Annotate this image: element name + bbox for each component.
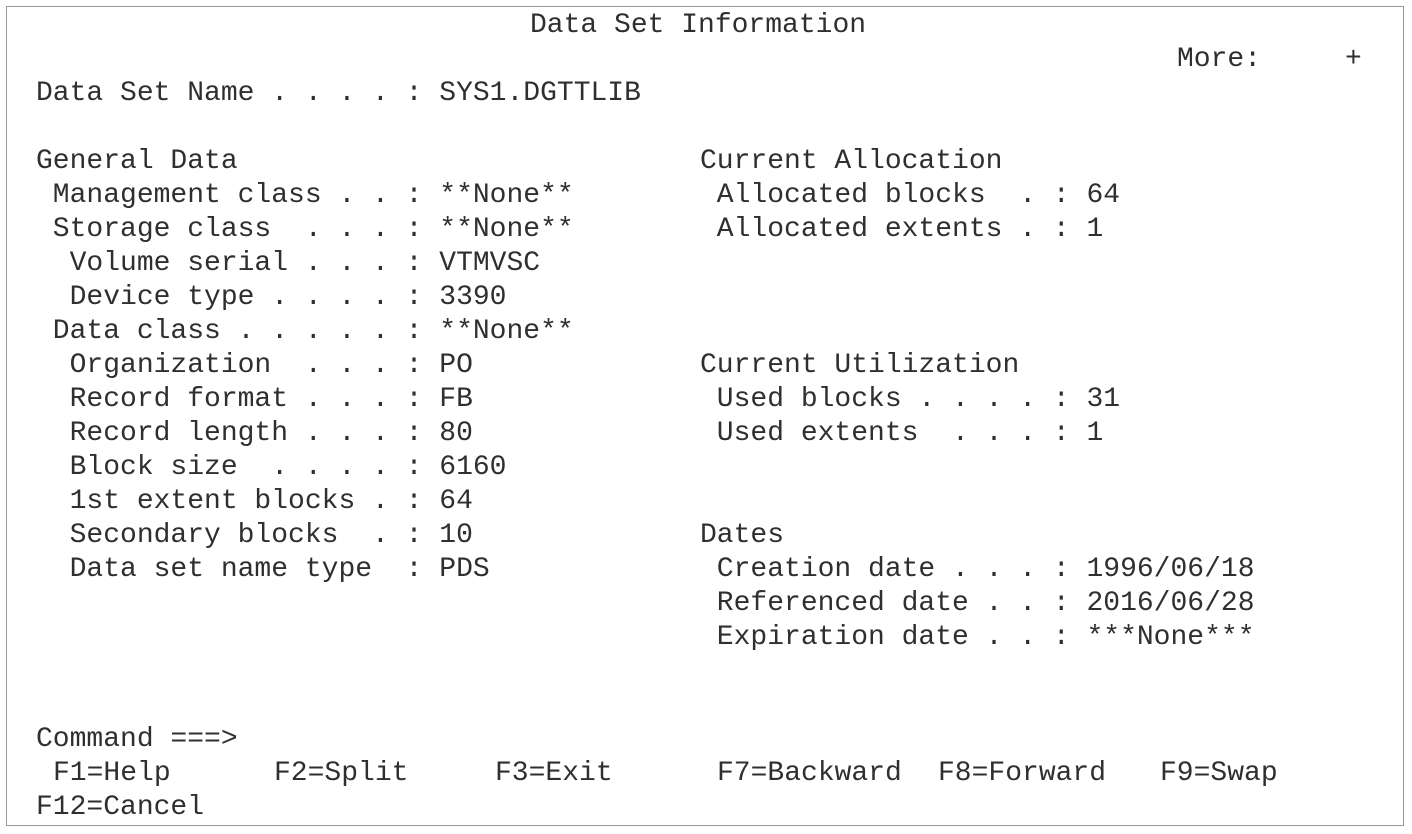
panel-title: Data Set Information <box>530 10 867 41</box>
command-input[interactable] <box>247 725 1387 755</box>
more-indicator: More: + <box>1177 44 1362 75</box>
f3-exit-key[interactable]: F3=Exit <box>495 757 613 791</box>
current-allocation-heading: Current Allocation <box>700 146 1003 177</box>
first-extent-blocks-row: 1st extent blocks . : 64 <box>36 486 473 517</box>
used-blocks-row: Used blocks . . . . : 31 <box>700 384 1121 415</box>
data-class-row: Data class . . . . . : **None** <box>36 316 574 347</box>
allocated-extents-row: Allocated extents . : 1 <box>700 214 1104 245</box>
data-set-name-type-row: Data set name type : PDS <box>36 554 490 585</box>
device-type-row: Device type . . . . : 3390 <box>36 282 507 313</box>
command-label: Command ===> <box>36 724 238 755</box>
dates-heading: Dates <box>700 520 785 551</box>
data-set-name-field: Data Set Name . . . . : SYS1.DGTTLIB <box>36 78 641 109</box>
terminal-screen: Data Set Information More: + Data Set Na… <box>6 6 1404 826</box>
record-length-row: Record length . . . : 80 <box>36 418 473 449</box>
general-data-heading: General Data <box>36 146 238 177</box>
expiration-date-row: Expiration date . . : ***None*** <box>700 622 1255 653</box>
f9-swap-key[interactable]: F9=Swap <box>1160 757 1278 791</box>
used-extents-row: Used extents . . . : 1 <box>700 418 1104 449</box>
management-class-row: Management class . . : **None** <box>36 180 574 211</box>
f12-cancel-key[interactable]: F12=Cancel <box>36 791 204 825</box>
record-format-row: Record format . . . : FB <box>36 384 473 415</box>
f8-forward-key[interactable]: F8=Forward <box>938 757 1106 791</box>
referenced-date-row: Referenced date . . : 2016/06/28 <box>700 588 1255 619</box>
organization-row: Organization . . . : PO <box>36 350 473 381</box>
volume-serial-row: Volume serial . . . : VTMVSC <box>36 248 541 279</box>
block-size-row: Block size . . . . : 6160 <box>36 452 507 483</box>
current-utilization-heading: Current Utilization <box>700 350 1020 381</box>
creation-date-row: Creation date . . . : 1996/06/18 <box>700 554 1255 585</box>
f7-backward-key[interactable]: F7=Backward <box>717 757 902 791</box>
storage-class-row: Storage class . . . : **None** <box>36 214 574 245</box>
allocated-blocks-row: Allocated blocks . : 64 <box>700 180 1121 211</box>
f1-help-key[interactable]: F1=Help <box>53 757 171 791</box>
f2-split-key[interactable]: F2=Split <box>274 757 408 791</box>
secondary-blocks-row: Secondary blocks . : 10 <box>36 520 473 551</box>
